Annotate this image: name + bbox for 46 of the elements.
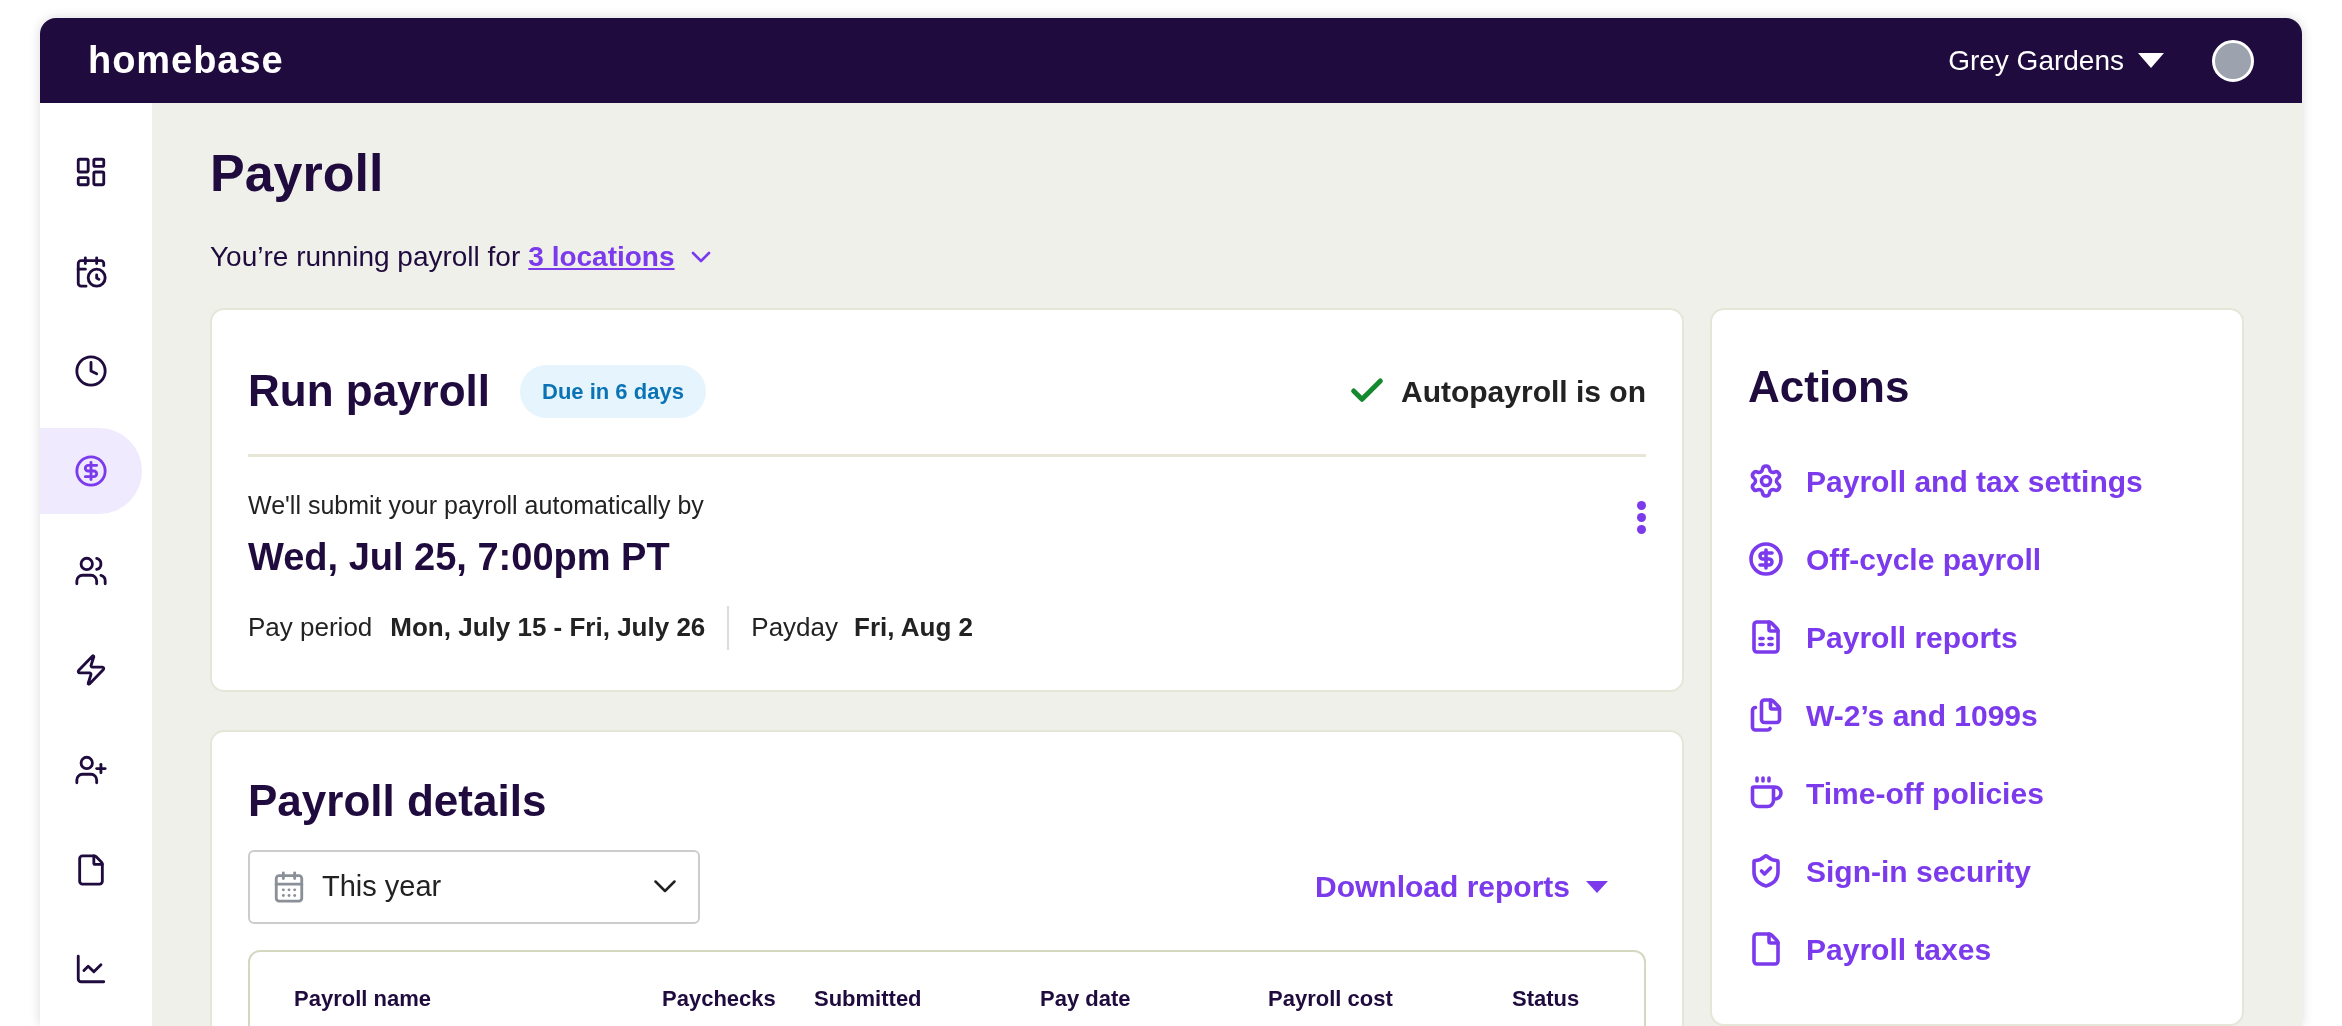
column-header: Pay date — [1040, 984, 1132, 1013]
calendar-icon — [272, 869, 306, 904]
column-header: Status — [1512, 984, 1581, 1013]
settings-icon — [1748, 463, 1784, 499]
action-link[interactable]: Payroll taxes — [1748, 910, 2206, 988]
action-link[interactable]: Off-cycle payroll — [1748, 520, 2206, 598]
payday-label: Payday — [751, 611, 839, 644]
location-switcher[interactable]: Grey Gardens — [1948, 39, 2164, 82]
clock-icon — [74, 354, 108, 389]
caret-icon — [1586, 880, 1608, 893]
action-link[interactable]: Time-off policies — [1748, 754, 2206, 832]
avatar[interactable] — [2212, 39, 2254, 82]
download-reports-button[interactable]: Download reports — [1315, 864, 1608, 909]
pay-period: Mon, July 15 - Fri, July 26 — [390, 611, 706, 644]
lightning-icon — [74, 653, 108, 688]
logo[interactable]: homebase — [88, 32, 284, 89]
files-icon — [1748, 697, 1784, 733]
chevron-down-icon — [654, 880, 676, 893]
action-link[interactable]: Payroll and tax settings — [1748, 442, 2206, 520]
action-link[interactable]: Payroll reports — [1748, 598, 2206, 676]
cup-icon — [1748, 775, 1784, 811]
column-header: Payroll cost — [1268, 984, 1394, 1013]
autopayroll-status: Autopayroll is on — [1401, 373, 1646, 410]
subtitle: You’re running payroll for — [210, 240, 521, 274]
column-header: Submitted — [814, 984, 923, 1013]
card-title: Payroll details — [248, 774, 548, 827]
deadline: Wed, Jul 25, 7:00pm PT — [248, 534, 671, 580]
locations-link[interactable]: 3 locations — [528, 236, 675, 278]
action-link[interactable]: W-2’s and 1099s — [1748, 676, 2206, 754]
more-icon — [1637, 501, 1646, 534]
submit-note: We'll submit your payroll automatically by — [248, 490, 705, 521]
calendar-clock-icon — [74, 254, 108, 289]
card-title: Run payroll — [248, 365, 491, 417]
date-range-select[interactable]: This year — [248, 849, 700, 924]
page-title: Payroll — [210, 143, 385, 204]
caret-icon — [2138, 52, 2164, 69]
pay-period-label: Pay period — [248, 611, 373, 644]
dollar-icon — [74, 453, 108, 488]
column-header: Payroll name — [294, 984, 432, 1013]
action-link[interactable]: Sign-in security — [1748, 832, 2206, 910]
payday: Fri, Aug 2 — [854, 611, 973, 644]
due-badge: Due in 6 days — [520, 364, 706, 418]
more-button[interactable] — [1637, 501, 1646, 534]
card-title: Actions — [1748, 361, 1911, 413]
column-header: Paychecks — [662, 984, 777, 1013]
dollar-icon — [1748, 541, 1784, 577]
